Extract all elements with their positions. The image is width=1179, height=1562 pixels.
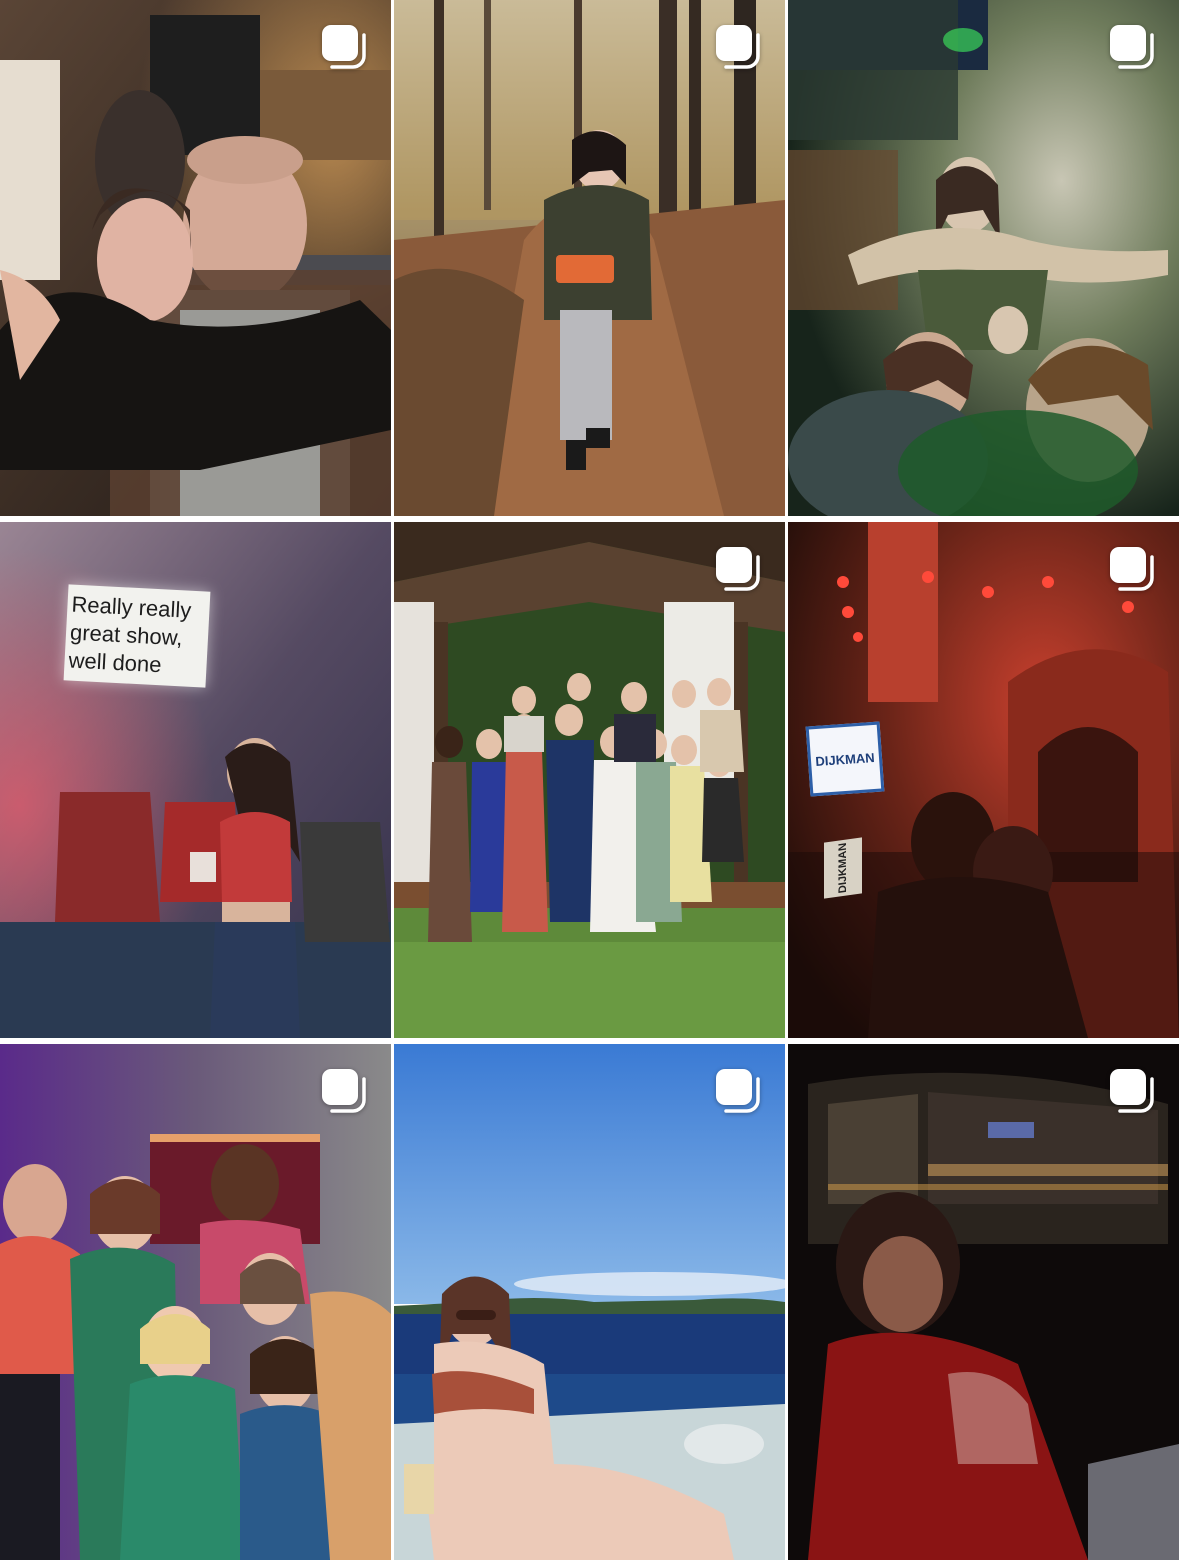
carousel-icon <box>713 544 763 594</box>
post-tile-5[interactable] <box>394 522 785 1038</box>
street-sign: DIJKMAN <box>824 837 862 899</box>
post-tile-8[interactable] <box>394 1044 785 1560</box>
post-grid: Really really great show, well done DIJK… <box>0 0 1179 1562</box>
carousel-icon <box>319 1066 369 1116</box>
shop-sign: DIJKMAN <box>805 721 885 797</box>
post-image-8 <box>394 1044 785 1560</box>
projected-caption: Really really great show, well done <box>63 584 211 688</box>
post-tile-7[interactable] <box>0 1044 391 1560</box>
carousel-icon <box>1107 22 1157 72</box>
post-image-5 <box>394 522 785 1038</box>
post-image-2 <box>394 0 785 516</box>
post-tile-4[interactable]: Really really great show, well done <box>0 522 391 1038</box>
carousel-icon <box>713 1066 763 1116</box>
post-tile-6[interactable]: DIJKMAN DIJKMAN <box>788 522 1179 1038</box>
carousel-icon <box>1107 544 1157 594</box>
post-tile-3[interactable] <box>788 0 1179 516</box>
carousel-icon <box>319 22 369 72</box>
post-image-1 <box>0 0 391 516</box>
post-image-7 <box>0 1044 391 1560</box>
post-tile-9[interactable] <box>788 1044 1179 1560</box>
post-image-9 <box>788 1044 1179 1560</box>
post-tile-2[interactable] <box>394 0 785 516</box>
carousel-icon <box>1107 1066 1157 1116</box>
carousel-icon <box>713 22 763 72</box>
post-tile-1[interactable] <box>0 0 391 516</box>
post-image-3 <box>788 0 1179 516</box>
